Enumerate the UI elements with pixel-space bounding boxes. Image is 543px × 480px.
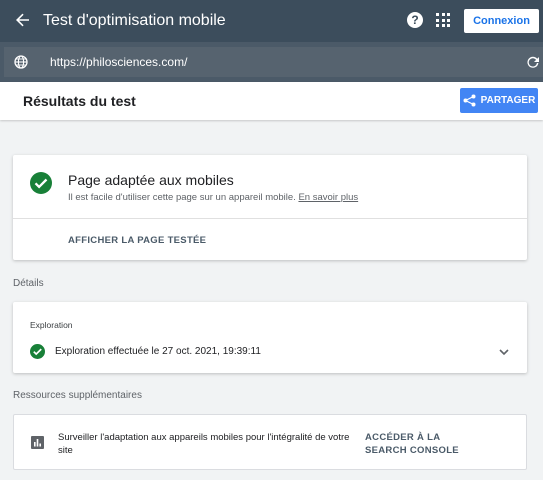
result-card: Page adaptée aux mobiles Il est facile d… — [13, 155, 527, 260]
reload-icon[interactable] — [526, 55, 540, 69]
learn-more-link[interactable]: En savoir plus — [298, 192, 358, 203]
result-heading: Page adaptée aux mobiles — [68, 172, 234, 188]
login-button[interactable]: Connexion — [464, 9, 539, 33]
resource-card: Surveiller l'adaptation aux appareils mo… — [13, 414, 527, 470]
page-title: Résultats du test — [23, 93, 136, 109]
check-circle-icon — [30, 172, 52, 194]
url-text: https://philosciences.com/ — [50, 55, 188, 69]
help-icon[interactable]: ? — [407, 12, 423, 28]
results-header: Résultats du test PARTAGER — [0, 82, 543, 120]
url-field[interactable]: https://philosciences.com/ — [4, 47, 543, 77]
url-bar: https://philosciences.com/ — [0, 42, 543, 82]
exploration-status: Exploration effectuée le 27 oct. 2021, 1… — [55, 346, 261, 357]
globe-icon — [14, 55, 28, 69]
check-circle-icon — [30, 344, 45, 359]
resources-label: Ressources supplémentaires — [13, 390, 142, 401]
back-arrow-icon[interactable] — [12, 9, 34, 31]
result-description-text: Il est facile d'utiliser cette page sur … — [68, 192, 296, 203]
chevron-down-icon[interactable] — [497, 345, 511, 359]
card-divider — [13, 218, 527, 219]
app-title: Test d'optimisation mobile — [43, 12, 226, 29]
app-bar: Test d'optimisation mobile ? Connexion — [0, 0, 543, 42]
exploration-title: Exploration — [30, 320, 73, 330]
result-description: Il est facile d'utiliser cette page sur … — [68, 192, 358, 203]
search-console-link[interactable]: ACCÉDER À LA SEARCH CONSOLE — [365, 431, 475, 457]
share-label: PARTAGER — [480, 95, 536, 106]
exploration-card[interactable]: Exploration Exploration effectuée le 27 … — [13, 302, 527, 373]
apps-grid-icon[interactable] — [436, 13, 450, 27]
resource-description: Surveiller l'adaptation aux appareils mo… — [58, 432, 350, 456]
bar-chart-icon — [31, 436, 44, 449]
share-icon — [463, 94, 476, 107]
share-button[interactable]: PARTAGER — [460, 88, 538, 113]
view-tested-page-button[interactable]: AFFICHER LA PAGE TESTÉE — [68, 235, 206, 246]
details-label: Détails — [13, 278, 44, 289]
